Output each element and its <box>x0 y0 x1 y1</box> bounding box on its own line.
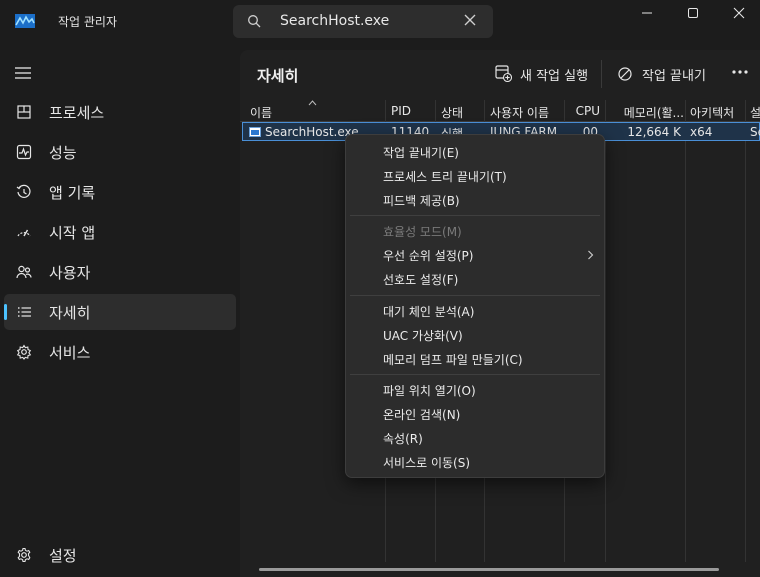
process-icon <box>249 127 261 137</box>
sidebar-item-app-history[interactable]: 앱 기록 <box>4 174 236 210</box>
menu-item-label: 온라인 검색(N) <box>383 408 461 422</box>
menu-item-create-dump-file[interactable]: 메모리 덤프 파일 만들기(C) <box>350 347 600 371</box>
minimize-icon <box>642 12 652 14</box>
horizontal-scrollbar[interactable] <box>259 568 719 571</box>
menu-item-search-online[interactable]: 온라인 검색(N) <box>350 402 600 426</box>
column-divider[interactable] <box>605 100 606 562</box>
column-header-cpu[interactable]: CPU <box>569 104 600 118</box>
run-new-task-label: 새 작업 실행 <box>520 69 589 84</box>
menu-item-analyze-wait-chain[interactable]: 대기 체인 분석(A) <box>350 299 600 323</box>
sidebar-item-label: 서비스 <box>49 344 91 362</box>
column-divider[interactable] <box>745 100 746 562</box>
menu-item-end-process-tree[interactable]: 프로세스 트리 끝내기(T) <box>350 164 600 188</box>
sidebar-item-label: 시작 앱 <box>49 224 96 242</box>
end-task-label: 작업 끝내기 <box>642 69 706 84</box>
sidebar-item-label: 설정 <box>49 547 77 565</box>
task-manager-app-icon <box>15 14 35 28</box>
menu-item-properties[interactable]: 속성(R) <box>350 426 600 450</box>
menu-item-label: UAC 가상화(V) <box>383 329 463 343</box>
processes-icon <box>17 105 31 119</box>
sidebar-item-label: 성능 <box>49 144 77 162</box>
search-icon <box>248 15 261 28</box>
menu-item-label: 서비스로 이동(S) <box>383 456 471 470</box>
context-menu: 작업 끝내기(E) 프로세스 트리 끝내기(T) 피드백 제공(B) 효율성 모… <box>345 134 605 478</box>
menu-item-go-to-services[interactable]: 서비스로 이동(S) <box>350 450 600 474</box>
menu-item-label: 효율성 모드(M) <box>383 225 462 239</box>
run-new-task-icon <box>495 65 512 82</box>
cell-description: Se <box>750 125 760 139</box>
menu-item-label: 피드백 제공(B) <box>383 194 460 208</box>
sidebar-item-label: 앱 기록 <box>49 184 96 202</box>
sidebar-item-label: 자세히 <box>49 304 91 322</box>
app-history-icon <box>16 184 31 198</box>
active-indicator <box>4 304 7 320</box>
close-button[interactable] <box>716 0 760 28</box>
sort-ascending-icon <box>308 100 317 106</box>
column-divider[interactable] <box>685 100 686 562</box>
sidebar-item-label: 사용자 <box>49 264 91 282</box>
search-box[interactable]: SearchHost.exe <box>233 5 493 38</box>
maximize-icon <box>688 8 698 18</box>
settings-gear-icon <box>17 547 31 563</box>
sidebar-item-services[interactable]: 서비스 <box>4 334 236 370</box>
menu-item-end-task[interactable]: 작업 끝내기(E) <box>350 140 600 164</box>
column-header-architecture[interactable]: 아키텍처 <box>690 104 745 121</box>
toolbar-divider <box>601 60 602 88</box>
maximize-button[interactable] <box>670 0 716 28</box>
menu-item-label: 파일 위치 열기(O) <box>383 384 476 398</box>
search-input[interactable]: SearchHost.exe <box>280 13 389 29</box>
end-task-button[interactable]: 작업 끝내기 <box>617 62 712 86</box>
menu-item-label: 선호도 설정(F) <box>383 273 459 287</box>
menu-separator <box>350 374 600 375</box>
menu-item-uac-virtualization[interactable]: UAC 가상화(V) <box>350 323 600 347</box>
column-header-user[interactable]: 사용자 이름 <box>490 104 564 121</box>
services-icon <box>16 344 32 360</box>
menu-item-label: 대기 체인 분석(A) <box>383 305 475 319</box>
users-icon <box>16 265 32 279</box>
menu-item-provide-feedback[interactable]: 피드백 제공(B) <box>350 188 600 212</box>
hamburger-menu-icon[interactable] <box>14 66 32 80</box>
column-header-pid[interactable]: PID <box>391 104 433 118</box>
sidebar-item-processes[interactable]: 프로세스 <box>4 94 236 130</box>
cell-memory: 12,664 K <box>627 125 681 139</box>
more-options-icon[interactable] <box>730 62 750 82</box>
details-icon <box>18 307 31 317</box>
menu-item-set-priority[interactable]: 우선 순위 설정(P) <box>350 243 600 267</box>
title-bar: 작업 관리자 SearchHost.exe <box>0 0 760 44</box>
startup-apps-icon <box>17 229 31 237</box>
column-header-name[interactable]: 이름 <box>250 104 380 121</box>
sidebar-item-startup-apps[interactable]: 시작 앱 <box>4 214 236 250</box>
menu-item-label: 프로세스 트리 끝내기(T) <box>383 170 507 184</box>
clear-search-icon[interactable] <box>463 13 477 27</box>
menu-item-label: 작업 끝내기(E) <box>383 146 459 160</box>
column-header-status[interactable]: 상태 <box>441 104 486 121</box>
menu-item-label: 메모리 덤프 파일 만들기(C) <box>383 353 523 367</box>
sidebar-item-details[interactable]: 자세히 <box>4 294 236 330</box>
sidebar-item-performance[interactable]: 성능 <box>4 134 236 170</box>
page-title: 자세히 <box>257 67 299 85</box>
run-new-task-button[interactable]: 새 작업 실행 <box>495 62 595 86</box>
menu-separator <box>350 215 600 216</box>
menu-item-label: 속성(R) <box>383 432 423 446</box>
menu-item-set-affinity[interactable]: 선호도 설정(F) <box>350 267 600 291</box>
sidebar-item-label: 프로세스 <box>49 104 105 122</box>
menu-item-efficiency-mode: 효율성 모드(M) <box>350 219 600 243</box>
close-icon <box>733 7 745 19</box>
minimize-button[interactable] <box>624 0 670 28</box>
app-title: 작업 관리자 <box>58 15 118 29</box>
sidebar: 프로세스 성능 앱 기록 시작 앱 사용자 자세히 서비스 설정 <box>0 44 240 577</box>
sidebar-item-settings[interactable]: 설정 <box>4 537 236 573</box>
cell-architecture: x64 <box>690 125 713 139</box>
menu-separator <box>350 295 600 296</box>
menu-item-open-file-location[interactable]: 파일 위치 열기(O) <box>350 378 600 402</box>
end-task-icon <box>618 67 632 81</box>
column-header-description[interactable]: 설 <box>750 104 760 121</box>
menu-item-label: 우선 순위 설정(P) <box>383 249 474 263</box>
performance-icon <box>16 144 32 160</box>
table-header: 이름 PID 상태 사용자 이름 CPU 메모리(활... 아키텍처 설 <box>240 100 760 122</box>
sidebar-item-users[interactable]: 사용자 <box>4 254 236 290</box>
chevron-right-icon <box>588 250 594 260</box>
column-header-memory[interactable]: 메모리(활... <box>610 104 684 121</box>
